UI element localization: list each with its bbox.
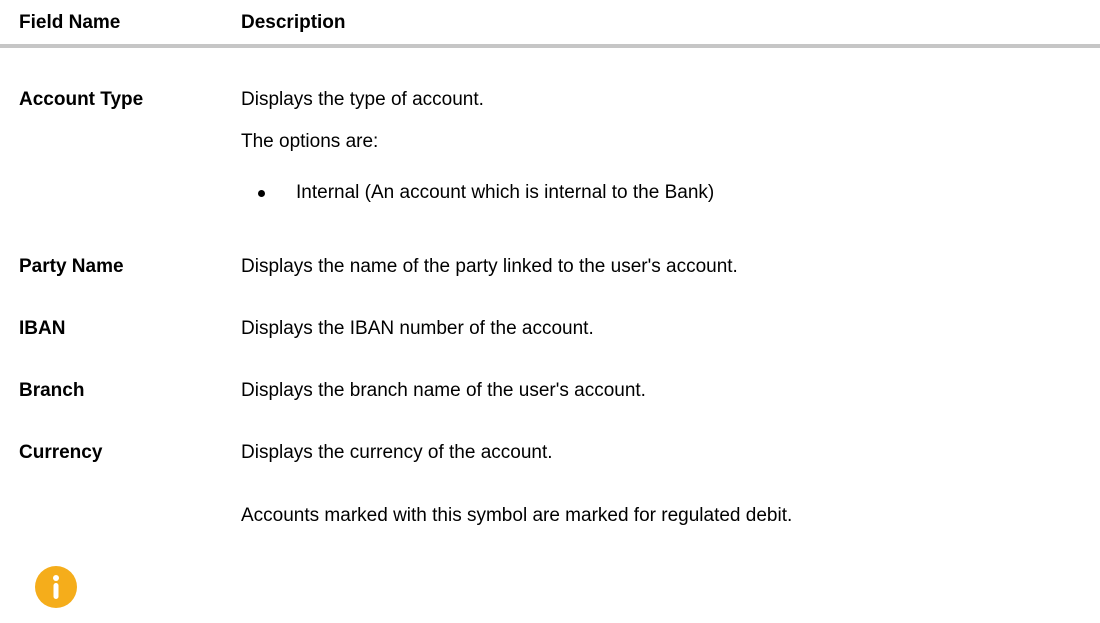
info-icon <box>35 566 77 608</box>
header-divider <box>0 44 1100 48</box>
description-text: Displays the name of the party linked to… <box>241 256 738 277</box>
field-name: IBAN <box>19 318 66 339</box>
info-icon-dot <box>53 575 59 581</box>
bullet-icon <box>258 190 265 197</box>
description-text: The options are: <box>241 131 379 152</box>
description-text: Displays the currency of the account. <box>241 442 553 463</box>
info-note-text: Accounts marked with this symbol are mar… <box>241 505 793 526</box>
table-header-row: Field Name Description <box>0 0 1100 44</box>
field-description-table: Field Name Description Account Type Disp… <box>0 0 1100 623</box>
option-text: Internal (An account which is internal t… <box>296 182 715 203</box>
field-name-header: Field Name <box>19 12 121 33</box>
field-name: Branch <box>19 380 85 401</box>
field-name: Party Name <box>19 256 124 277</box>
description-text: Displays the IBAN number of the account. <box>241 318 594 339</box>
description-header: Description <box>241 12 346 33</box>
field-name: Account Type <box>19 89 144 110</box>
info-icon-bar <box>53 583 59 599</box>
description-text: Displays the type of account. <box>241 89 484 110</box>
option-list-item: Internal (An account which is internal t… <box>258 182 715 204</box>
description-text: Displays the branch name of the user's a… <box>241 380 646 401</box>
field-name: Currency <box>19 442 103 463</box>
